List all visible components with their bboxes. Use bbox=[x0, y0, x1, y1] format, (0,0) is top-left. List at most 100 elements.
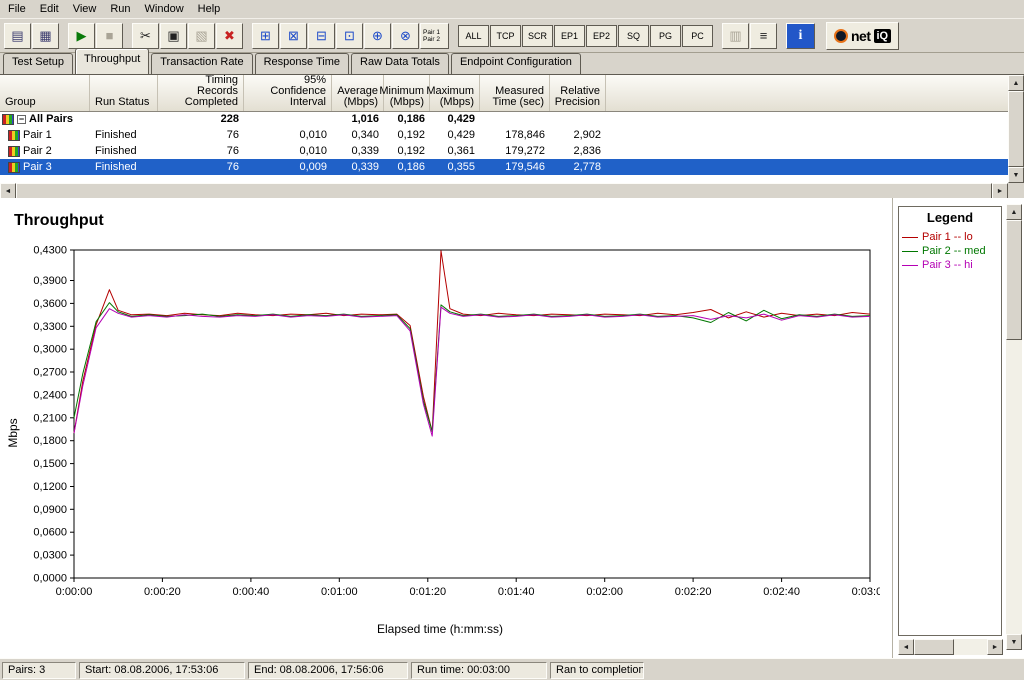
run-test-button[interactable]: ▶ bbox=[68, 22, 95, 49]
table-row-all-pairs[interactable]: − All Pairs 228 1,016 0,186 0,429 bbox=[0, 111, 1008, 127]
copy-button[interactable]: ▣ bbox=[160, 22, 187, 49]
tab-transaction-rate[interactable]: Transaction Rate bbox=[151, 53, 253, 74]
table-vscroll-track[interactable] bbox=[1008, 91, 1024, 167]
filter-pc-button[interactable]: PC bbox=[682, 24, 713, 47]
column-header-min[interactable]: Minimum (Mbps) bbox=[379, 75, 430, 111]
table-row-pair-2[interactable]: Pair 2 Finished 76 0,010 0,339 0,192 0,361 179,… bbox=[0, 143, 1008, 159]
filter-ep1-button[interactable]: EP1 bbox=[554, 24, 585, 47]
main-vscroll-thumb[interactable] bbox=[1006, 220, 1022, 340]
menu-window[interactable]: Window bbox=[138, 0, 191, 18]
menu-view[interactable]: View bbox=[66, 0, 104, 18]
pair-icon bbox=[8, 129, 20, 141]
svg-text:0:02:20: 0:02:20 bbox=[675, 586, 712, 598]
legend-line-swatch bbox=[902, 250, 918, 252]
cut-icon: ✂ bbox=[140, 27, 151, 43]
cell-confidence: 0,009 bbox=[299, 161, 327, 173]
tab-throughput[interactable]: Throughput bbox=[74, 48, 150, 74]
show-grid-button[interactable]: ≡ bbox=[750, 22, 777, 49]
print-icon: ▦ bbox=[39, 27, 52, 43]
print-button[interactable]: ▦ bbox=[32, 22, 59, 49]
scroll-down-button[interactable]: ▼ bbox=[1006, 634, 1022, 650]
svg-text:0,0300: 0,0300 bbox=[33, 550, 67, 562]
save-button[interactable]: ▤ bbox=[4, 22, 31, 49]
add-multicast-group-icon: ⊠ bbox=[288, 27, 299, 43]
swap-endpoints-button[interactable]: ⊕ bbox=[364, 22, 391, 49]
status-pairs-count: Pairs: 3 bbox=[2, 661, 76, 679]
tab-endpoint-configuration[interactable]: Endpoint Configuration bbox=[450, 53, 581, 74]
menu-file[interactable]: File bbox=[1, 0, 33, 18]
cell-precision: 2,778 bbox=[573, 161, 601, 173]
main-vscroll-track[interactable] bbox=[1006, 220, 1022, 634]
group-pairs-icon: ⊗ bbox=[400, 27, 411, 43]
tab-test-setup[interactable]: Test Setup bbox=[3, 53, 73, 74]
scroll-right-button[interactable]: ► bbox=[992, 183, 1008, 199]
expand-collapse-box[interactable]: − bbox=[17, 114, 26, 124]
table-row-pair-3[interactable]: Pair 3 Finished 76 0,009 0,339 0,186 0,355 179,… bbox=[0, 159, 1008, 175]
scroll-left-button[interactable]: ◄ bbox=[0, 183, 16, 199]
throughput-chart: 0,0000 0,0300 0,0600 0,0900 0,1200 0,1500 0,18… bbox=[33, 245, 880, 599]
scrollbar-corner bbox=[1008, 183, 1024, 199]
legend-hscroll-track[interactable] bbox=[914, 639, 987, 655]
column-header-status[interactable]: Run Status bbox=[90, 75, 158, 111]
netiq-logo[interactable]: net iQ bbox=[826, 21, 900, 50]
table-horizontal-scrollbar: ◄ ► bbox=[0, 183, 1008, 199]
svg-text:0,1800: 0,1800 bbox=[33, 435, 67, 447]
add-pair-button[interactable]: ⊞ bbox=[252, 22, 279, 49]
tab-raw-data-totals[interactable]: Raw Data Totals bbox=[351, 53, 449, 74]
svg-text:0,1500: 0,1500 bbox=[33, 458, 67, 470]
menu-run[interactable]: Run bbox=[103, 0, 137, 18]
column-header-avg[interactable]: Average (Mbps) bbox=[332, 75, 384, 111]
legend-title: Legend bbox=[926, 210, 974, 225]
cell-max: 0,429 bbox=[447, 129, 475, 141]
table-hscroll-track[interactable] bbox=[16, 183, 992, 199]
scroll-left-button[interactable]: ◄ bbox=[898, 639, 914, 655]
table-vertical-scrollbar: ▲ ▼ bbox=[1008, 75, 1024, 183]
column-header-max[interactable]: Maximum (Mbps) bbox=[426, 75, 480, 111]
scroll-right-button[interactable]: ► bbox=[987, 639, 1003, 655]
svg-text:0,3600: 0,3600 bbox=[33, 298, 67, 310]
cell-group: Pair 2 bbox=[0, 145, 90, 157]
delete-button[interactable]: ✖ bbox=[216, 22, 243, 49]
cell-group: Pair 3 bbox=[0, 161, 90, 173]
cut-button[interactable]: ✂ bbox=[132, 22, 159, 49]
legend-item: Pair 1 -- lo bbox=[899, 230, 1001, 244]
column-header-group[interactable]: Group bbox=[0, 75, 90, 111]
show-grid-icon: ≡ bbox=[759, 28, 768, 43]
cell-precision: 2,836 bbox=[573, 145, 601, 157]
edit-pair-button[interactable]: ⊟ bbox=[308, 22, 335, 49]
table-row-pair-1[interactable]: Pair 1 Finished 76 0,010 0,340 0,192 0,429 178,… bbox=[0, 127, 1008, 143]
svg-text:0,0000: 0,0000 bbox=[33, 573, 67, 585]
table-vscroll-thumb[interactable] bbox=[1008, 91, 1024, 167]
pair-list-button[interactable]: Pair 1 Pair 2 bbox=[420, 22, 449, 49]
legend-label: Pair 3 -- hi bbox=[922, 259, 973, 271]
menu-edit[interactable]: Edit bbox=[33, 0, 66, 18]
table-hscroll-thumb[interactable] bbox=[16, 183, 992, 199]
legend-hscroll-thumb[interactable] bbox=[914, 639, 954, 655]
menu-help[interactable]: Help bbox=[191, 0, 228, 18]
filter-pg-button[interactable]: PG bbox=[650, 24, 681, 47]
filter-ep2-button[interactable]: EP2 bbox=[586, 24, 617, 47]
replicate-pair-button[interactable]: ⊡ bbox=[336, 22, 363, 49]
filter-scr-button[interactable]: SCR bbox=[522, 24, 553, 47]
column-header-records[interactable]: Timing Records Completed bbox=[158, 75, 244, 111]
scroll-up-button[interactable]: ▲ bbox=[1006, 204, 1022, 220]
filter-sq-button[interactable]: SQ bbox=[618, 24, 649, 47]
help-info-button[interactable]: i bbox=[786, 22, 815, 49]
group-pairs-button[interactable]: ⊗ bbox=[392, 22, 419, 49]
abort-run-button: ■ bbox=[96, 22, 123, 49]
filter-all-button[interactable]: ALL bbox=[458, 24, 489, 47]
column-header-time[interactable]: Measured Time (sec) bbox=[480, 75, 550, 111]
tab-response-time[interactable]: Response Time bbox=[254, 53, 350, 74]
edit-pair-icon: ⊟ bbox=[316, 27, 327, 43]
scroll-down-button[interactable]: ▼ bbox=[1008, 167, 1024, 183]
arrow-left-icon: ◄ bbox=[902, 643, 910, 651]
arrow-up-icon: ▲ bbox=[1010, 208, 1018, 216]
add-multicast-group-button[interactable]: ⊠ bbox=[280, 22, 307, 49]
filter-tcp-button[interactable]: TCP bbox=[490, 24, 521, 47]
column-options-button: ▥ bbox=[722, 22, 749, 49]
cell-avg: 1,016 bbox=[351, 113, 379, 125]
column-header-precision[interactable]: Relative Precision bbox=[550, 75, 606, 111]
column-header-confidence[interactable]: 95% Confidence Interval bbox=[244, 75, 332, 111]
scroll-up-button[interactable]: ▲ bbox=[1008, 75, 1024, 91]
group-label: Pair 3 bbox=[23, 161, 52, 173]
